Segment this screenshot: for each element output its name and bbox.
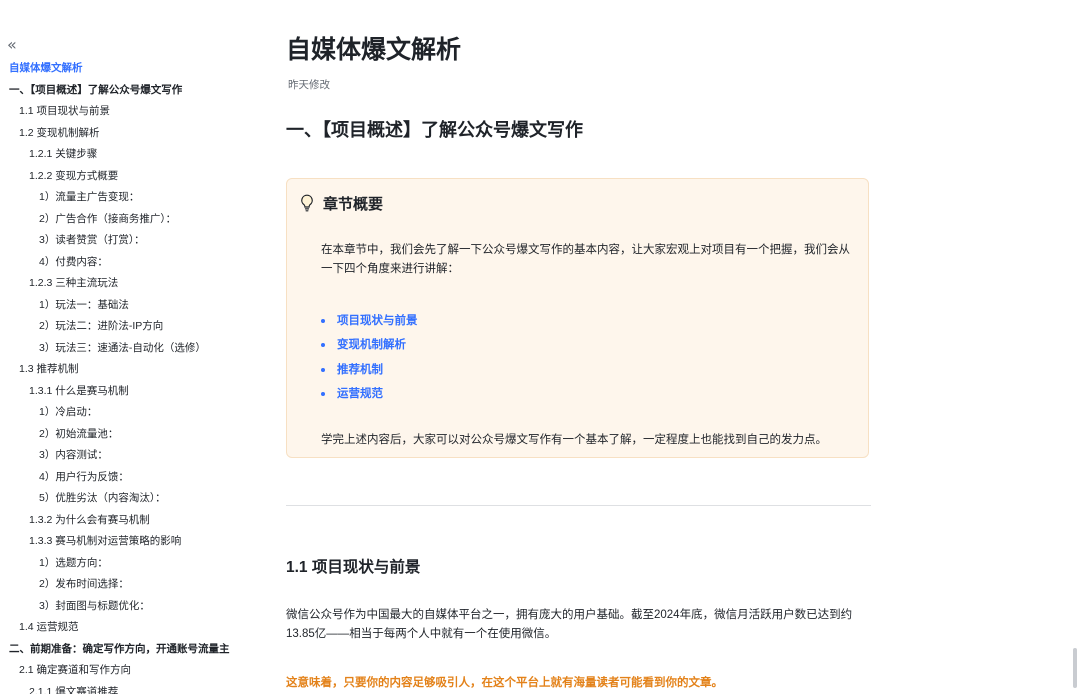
section-heading-1-1: 1.1 项目现状与前景 (286, 559, 421, 576)
paragraph: 微信公众号作为中国最大的自媒体平台之一，拥有庞大的用户基础。截至2024年底，微… (286, 609, 853, 640)
toc-item[interactable]: 1.3 推荐机制 (0, 359, 262, 381)
callout-header: 章节概要 (299, 193, 383, 213)
highlight-text: 这意味着，只要你的内容足够吸引人，在这个平台上就有海量读者可能看到你的文章。 (286, 677, 723, 689)
toc-item[interactable]: 1）选题方向： (0, 553, 262, 575)
toc-item[interactable]: 1）流量主广告变现： (0, 187, 262, 209)
callout-list-item[interactable]: 变现机制解析 (321, 333, 418, 357)
callout-outro: 学完上述内容后，大家可以对公众号爆文写作有一个基本了解，一定程度上也能找到自己的… (321, 434, 827, 446)
callout-list-item[interactable]: 推荐机制 (321, 358, 418, 382)
toc-item[interactable]: 4）付费内容： (0, 252, 262, 274)
toc-item[interactable]: 1.2.1 关键步骤 (0, 144, 262, 166)
toc-item[interactable]: 1.2.3 三种主流玩法 (0, 273, 262, 295)
section-heading-1: 一、【项目概述】了解公众号爆文写作 (286, 120, 583, 140)
modified-time: 昨天修改 (288, 79, 330, 91)
toc-item[interactable]: 1.3.1 什么是赛马机制 (0, 381, 262, 403)
toc-list: 自媒体爆文解析 一、【项目概述】了解公众号爆文写作 1.1 项目现状与前景 1.2 变… (0, 58, 262, 694)
callout-list: 项目现状与前景 变现机制解析 推荐机制运营规范 (321, 309, 418, 406)
toc-item[interactable]: 2）初始流量池： (0, 424, 262, 446)
toc-item[interactable]: 3）读者赞赏（打赏）： (0, 230, 262, 252)
page-title: 自媒体爆文解析 (286, 36, 462, 64)
bullet-dot-icon (321, 319, 325, 324)
toc-item[interactable]: 1）冷启动： (0, 402, 262, 424)
toc-item[interactable]: 3）封面图与标题优化： (0, 596, 262, 618)
callout-list-item[interactable]: 运营规范 (321, 382, 418, 406)
toc-item[interactable]: 1.4 运营规范 (0, 617, 262, 639)
toc-item[interactable]: 1.1 项目现状与前景 (0, 101, 262, 123)
callout-list-label: 项目现状与前景 (337, 315, 418, 327)
toc-item[interactable]: 2）玩法二：进阶法-IP方向 (0, 316, 262, 338)
toc-item[interactable]: 2）广告合作（接商务推广）： (0, 209, 262, 231)
toc-item[interactable]: 1.2.2 变现方式概要 (0, 166, 262, 188)
toc-item[interactable]: 2.1.1 爆文赛道推荐 (0, 682, 262, 694)
double-chevron-left-icon[interactable]: « (7, 36, 23, 54)
callout-list-item[interactable]: 项目现状与前景 (321, 309, 418, 333)
callout-list-label: 变现机制解析 (337, 339, 406, 352)
toc-item[interactable]: 5）优胜劣汰（内容淘汰）： (0, 488, 262, 510)
document-body: 自媒体爆文解析 昨天修改 一、【项目概述】了解公众号爆文写作 章节概要 在本章节… (286, 0, 871, 694)
bullet-dot-icon (321, 343, 325, 348)
toc-item[interactable]: 二、前期准备：确定写作方向，开通账号流量主 (0, 639, 262, 661)
callout-title: 章节概要 (323, 195, 384, 213)
scrollbar-thumb[interactable] (1073, 648, 1077, 688)
toc-item[interactable]: 2.1 确定赛道和写作方向 (0, 660, 262, 682)
sidebar-toc: « 自媒体爆文解析 一、【项目概述】了解公众号爆文写作 1.1 项目现状与前景 1.2… (0, 0, 262, 694)
callout-list-label: 运营规范 (337, 387, 383, 400)
bullet-dot-icon (321, 392, 325, 397)
callout-list-label: 推荐机制 (337, 363, 383, 376)
toc-item[interactable]: 1.3.3 赛马机制对运营策略的影响 (0, 531, 262, 553)
toc-item[interactable]: 1）玩法一：基础法 (0, 295, 262, 317)
toc-item[interactable]: 4）用户行为反馈： (0, 467, 262, 489)
toc-item[interactable]: 1.2 变现机制解析 (0, 123, 262, 145)
toc-item[interactable]: 1.3.2 为什么会有赛马机制 (0, 510, 262, 532)
callout-intro: 在本章节中，我们会先了解一下公众号爆文写作的基本内容，让大家宏观上对项目有一个把… (321, 244, 850, 275)
toc-item[interactable]: 3）玩法三：速通法-自动化（选修） (0, 338, 262, 360)
lightbulb-icon (301, 194, 313, 212)
toc-item[interactable]: 3）内容测试： (0, 445, 262, 467)
toc-item[interactable]: 2）发布时间选择： (0, 574, 262, 596)
toc-item[interactable]: 自媒体爆文解析 (0, 58, 262, 80)
bullet-dot-icon (321, 367, 325, 372)
chapter-summary-callout: 章节概要 在本章节中，我们会先了解一下公众号爆文写作的基本内容，让大家宏观上对项… (286, 178, 869, 458)
toc-item[interactable]: 一、【项目概述】了解公众号爆文写作 (0, 80, 262, 102)
divider (286, 505, 871, 506)
